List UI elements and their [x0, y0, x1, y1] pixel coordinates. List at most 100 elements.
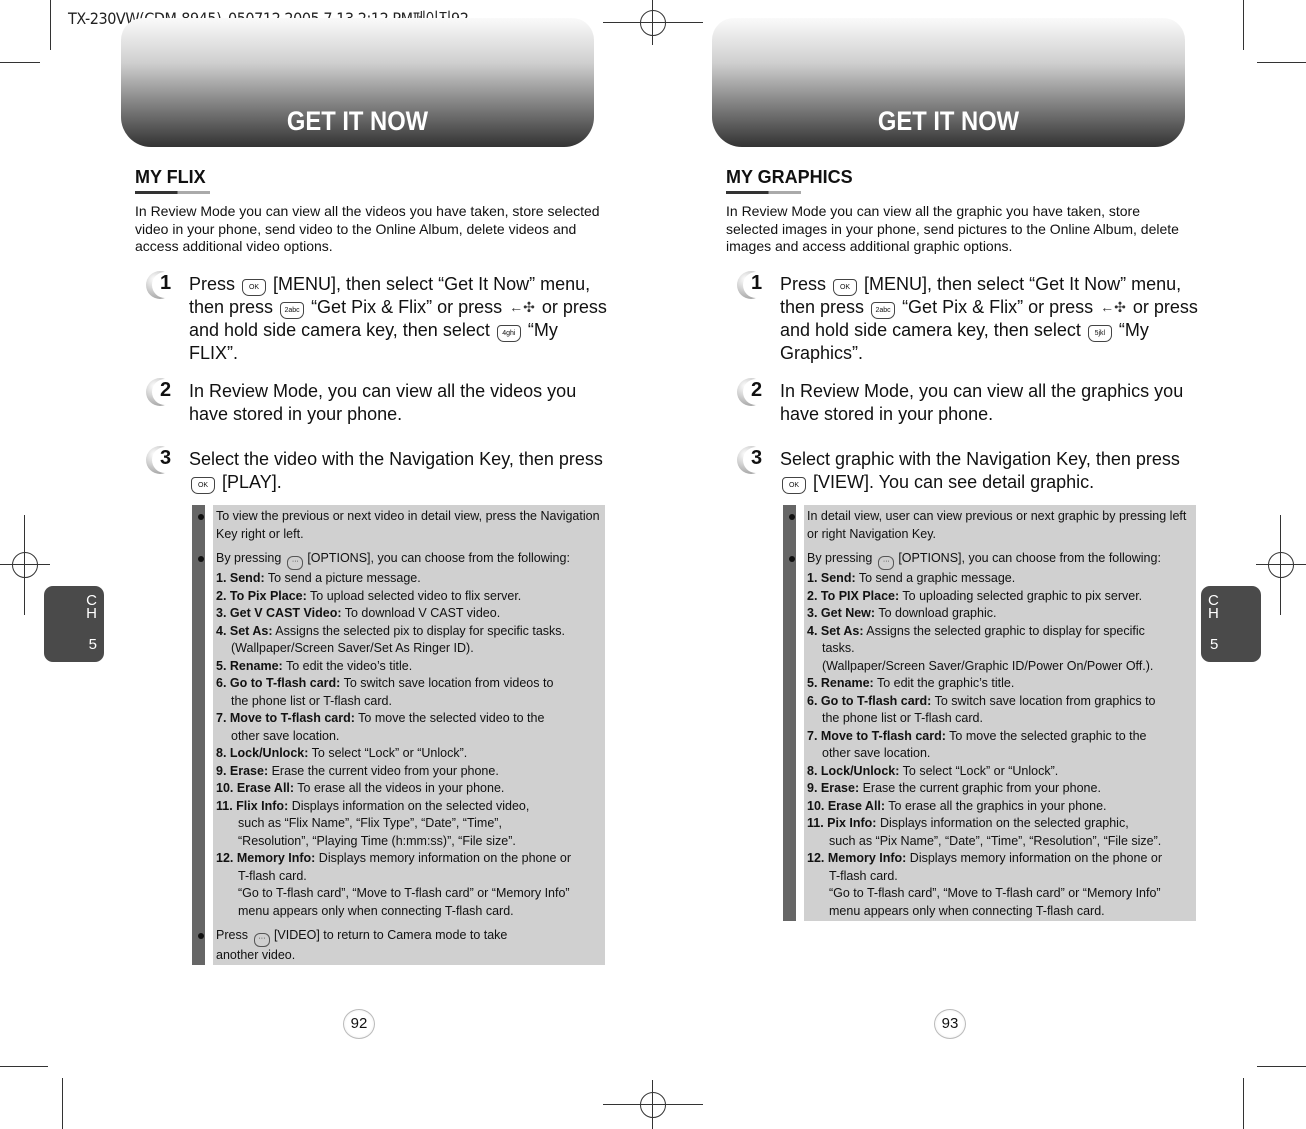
section-title: MY FLIX	[135, 167, 206, 187]
option-line: 6. Go to T-flash card: To switch save lo…	[807, 693, 1199, 711]
bullet-icon	[198, 556, 204, 562]
option-desc-cont: tasks.	[822, 641, 855, 655]
intro-text: In Review Mode you can view all the grap…	[726, 203, 1179, 254]
option-label: 3. Get V CAST Video:	[216, 606, 342, 620]
option-desc: To erase all the graphics in your phone.	[885, 798, 1107, 813]
option-label: 10. Erase All:	[216, 781, 295, 795]
option-line: 4. Set As: Assigns the selected graphic …	[807, 623, 1199, 641]
ok-key-icon: OK	[833, 279, 858, 296]
option-item: 5. Rename: To edit the video’s title.	[216, 658, 608, 676]
note-text: Press	[216, 928, 248, 942]
option-item: 9. Erase: Erase the current graphic from…	[807, 780, 1199, 798]
option-item: 2. To Pix Place: To upload selected vide…	[216, 588, 608, 606]
notes-list: To view the previous or next video in de…	[198, 508, 608, 972]
step-number-badge: 1	[146, 271, 178, 301]
step-number: 2	[751, 379, 763, 401]
option-desc: To switch save location from graphics to	[931, 693, 1156, 708]
option-desc-cont: (Wallpaper/Screen Saver/Set As Ringer ID…	[231, 641, 474, 655]
option-item: 11. Flix Info: Displays information on t…	[216, 798, 608, 851]
step-number-badge: 2	[146, 378, 178, 408]
option-label: 2. To PIX Place:	[807, 588, 900, 603]
header-banner: GET IT NOW	[121, 18, 594, 147]
note-text: By pressing	[216, 551, 282, 565]
options-key-icon: ···	[287, 556, 304, 570]
option-line: 5. Rename: To edit the video’s title.	[216, 658, 608, 676]
note-text: another video.	[216, 948, 296, 962]
step-text: Press OK [MENU], then select “Get It Now…	[189, 273, 609, 365]
ok-key-icon: OK	[782, 476, 806, 494]
option-item: 10. Erase All: To erase all the graphics…	[807, 798, 1199, 816]
option-line: 1. Send: To send a picture message.	[216, 570, 608, 588]
step-text-segment: Select graphic with the Navigation Key, …	[780, 449, 1180, 469]
option-item: 9. Erase: Erase the current video from y…	[216, 763, 608, 781]
option-desc: To erase all the videos in your phone.	[294, 781, 505, 795]
navigation-left-key-icon: ←✣	[1100, 299, 1126, 315]
note-item: By pressing ··· [OPTIONS], you can choose …	[198, 550, 608, 920]
step-number-badge: 1	[737, 271, 769, 301]
step-text-segment: In Review Mode, you can view all the gra…	[780, 381, 1184, 424]
option-label: 6. Go to T-flash card:	[807, 693, 932, 708]
key-5-icon: 5jkl	[1087, 325, 1112, 342]
bullet-icon	[789, 514, 795, 520]
option-desc: Displays information on the selected gra…	[876, 816, 1129, 830]
note-text: [VIDEO] to return to Camera mode to take	[273, 928, 508, 942]
option-item: 8. Lock/Unlock: To select “Lock” or “Unl…	[216, 745, 608, 763]
option-desc: Displays memory information on the phone…	[315, 851, 572, 865]
option-line: 4. Set As: Assigns the selected pix to d…	[216, 623, 608, 641]
option-desc: To move the selected graphic to the	[945, 728, 1147, 743]
note-item: By pressing ··· [OPTIONS], you can choose …	[789, 550, 1199, 920]
option-line: 7. Move to T-flash card: To move the sel…	[807, 728, 1199, 746]
option-item: 4. Set As: Assigns the selected pix to d…	[216, 623, 608, 658]
option-line: 12. Memory Info: Displays memory informa…	[216, 850, 608, 868]
option-item: 7. Move to T-flash card: To move the sel…	[216, 710, 608, 745]
option-desc: To send a graphic message.	[855, 571, 1016, 585]
option-desc-cont: T-flash card.	[238, 868, 307, 883]
step-text: In Review Mode, you can view all the gra…	[780, 380, 1200, 425]
option-line: 10. Erase All: To erase all the videos i…	[216, 780, 608, 798]
step-number-badge: 2	[737, 378, 769, 408]
options-key-icon: ···	[878, 556, 895, 570]
option-label: 1. Send:	[807, 571, 856, 585]
option-desc: To move the selected video to the	[354, 711, 545, 725]
bullet-icon	[789, 556, 795, 562]
section-title: MY GRAPHICS	[726, 167, 853, 187]
option-desc: To select “Lock” or “Unlock”.	[899, 763, 1059, 778]
option-desc: To edit the video’s title.	[282, 658, 413, 673]
option-desc: Erase the current video from your phone.	[268, 763, 499, 778]
video-key-icon: ···	[253, 933, 270, 947]
option-desc-cont: menu appears only when connecting T-flas…	[238, 903, 514, 918]
page-92: GET IT NOW MY FLIX In Review Mode you can …	[0, 0, 653, 1129]
step-text-segment: Press	[189, 274, 241, 294]
option-desc: To download graphic.	[875, 606, 997, 620]
option-label: 8. Lock/Unlock:	[807, 763, 900, 778]
option-line: 2. To Pix Place: To upload selected vide…	[216, 588, 608, 606]
option-item: 12. Memory Info: Displays memory informa…	[807, 850, 1199, 920]
note-text: In detail view, user can view previous o…	[807, 509, 1187, 541]
option-desc: To uploading selected graphic to pix ser…	[899, 588, 1143, 603]
option-label: 5. Rename:	[216, 658, 283, 673]
option-item: 8. Lock/Unlock: To select “Lock” or “Unl…	[807, 763, 1199, 781]
ok-key-icon: OK	[242, 279, 267, 296]
option-line: 5. Rename: To edit the graphic’s title.	[807, 675, 1199, 693]
note-text: By pressing	[807, 551, 873, 565]
option-desc: To upload selected video to flix server.	[306, 588, 522, 603]
option-label: 4. Set As:	[216, 623, 273, 638]
step-text: Select the video with the Navigation Key…	[189, 448, 609, 494]
navigation-left-key-icon: ←✣	[509, 299, 535, 315]
option-line: 3. Get New: To download graphic.	[807, 605, 1199, 623]
option-item: 4. Set As: Assigns the selected graphic …	[807, 623, 1199, 676]
option-line: 9. Erase: Erase the current graphic from…	[807, 780, 1199, 798]
option-label: 3. Get New:	[807, 606, 876, 620]
note-lead: By pressing ··· [OPTIONS], you can choose …	[216, 550, 608, 570]
banner-title: GET IT NOW	[286, 106, 429, 136]
note-item: In detail view, user can view previous o…	[789, 508, 1199, 543]
option-item: 3. Get New: To download graphic.	[807, 605, 1199, 623]
option-line: 8. Lock/Unlock: To select “Lock” or “Unl…	[807, 763, 1199, 781]
option-item: 6. Go to T-flash card: To switch save lo…	[216, 675, 608, 710]
page-number: 92	[335, 1009, 383, 1039]
note-lead: By pressing ··· [OPTIONS], you can choose …	[807, 550, 1199, 570]
option-desc-cont: other save location.	[822, 746, 931, 760]
option-desc-cont: “Go to T-flash card”, “Move to T-flash c…	[238, 886, 570, 900]
key-2-icon: 2abc	[280, 302, 305, 319]
section-underline	[726, 191, 801, 194]
